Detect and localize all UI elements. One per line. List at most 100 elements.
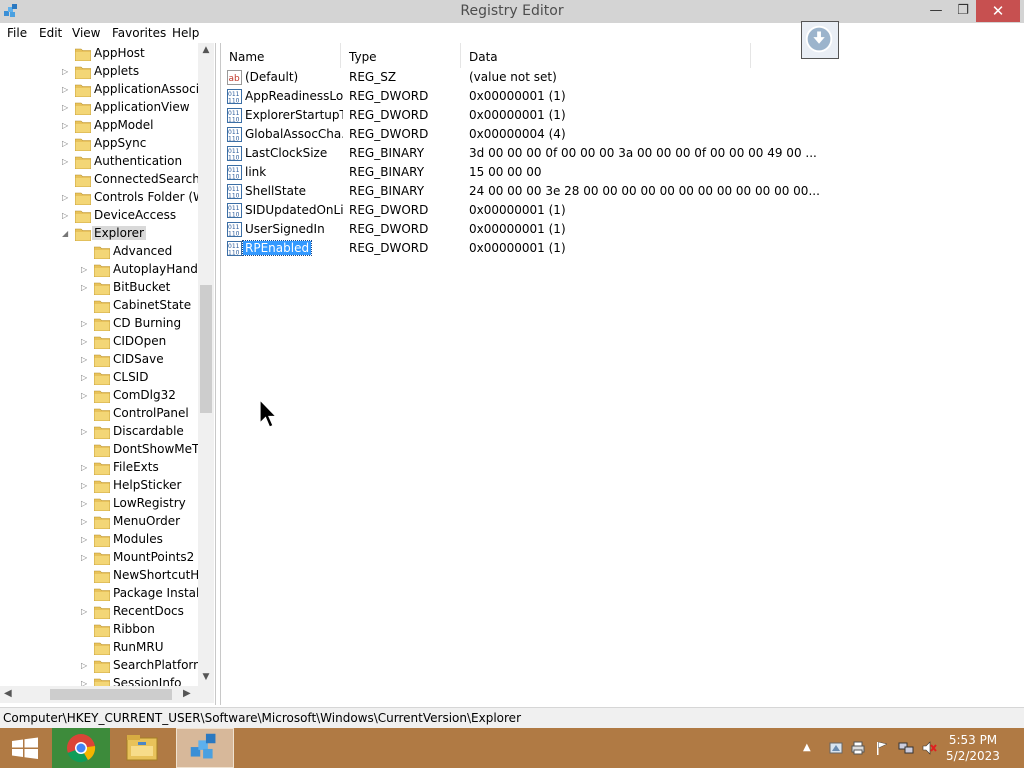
action-center-flag-icon[interactable] — [874, 740, 890, 756]
file-explorer-taskbar-button[interactable] — [112, 728, 172, 768]
svg-text:ab: ab — [229, 74, 241, 84]
expand-toggle-icon[interactable]: ▷ — [81, 553, 89, 563]
tree-item-label: ConnectedSearch — [94, 172, 200, 186]
expand-toggle-icon[interactable]: ▷ — [81, 265, 89, 275]
menu-view[interactable]: View — [72, 26, 100, 40]
expand-toggle-icon[interactable]: ▷ — [62, 67, 70, 77]
menu-help[interactable]: Help — [172, 26, 199, 40]
scrollbar-thumb[interactable] — [50, 689, 172, 700]
expand-toggle-icon[interactable]: ▷ — [62, 157, 70, 167]
expand-toggle-icon[interactable] — [81, 301, 89, 311]
expand-toggle-icon[interactable]: ▷ — [62, 193, 70, 203]
expand-toggle-icon[interactable]: ▷ — [81, 661, 89, 671]
binary-value-icon: 011 110 — [227, 165, 242, 181]
binary-value-icon: 011 110 — [227, 222, 242, 238]
chrome-taskbar-button[interactable] — [52, 728, 110, 768]
registry-editor-taskbar-button[interactable] — [176, 728, 234, 768]
column-header-type[interactable]: Type — [341, 43, 461, 68]
scroll-left-arrow-icon[interactable]: ◀ — [4, 688, 12, 699]
binary-value-icon: 011 110 — [227, 146, 242, 162]
expand-toggle-icon[interactable]: ▷ — [81, 499, 89, 509]
minimize-button[interactable]: — — [922, 0, 950, 22]
expand-toggle-icon[interactable] — [81, 571, 89, 581]
binary-value-icon: 011 110 — [227, 108, 242, 124]
tree-horizontal-scrollbar[interactable]: ◀ ▶ — [0, 686, 214, 703]
expand-toggle-icon[interactable] — [81, 409, 89, 419]
folder-icon — [93, 389, 111, 404]
expand-toggle-icon[interactable]: ▷ — [81, 517, 89, 527]
tray-app-icon[interactable] — [828, 740, 844, 756]
menu-edit[interactable]: Edit — [39, 26, 62, 40]
menu-favorites[interactable]: Favorites — [112, 26, 166, 40]
expand-toggle-icon[interactable]: ▷ — [81, 607, 89, 617]
menu-file[interactable]: File — [7, 26, 27, 40]
volume-muted-icon[interactable] — [921, 740, 937, 756]
download-icon[interactable] — [801, 21, 839, 59]
expand-toggle-icon[interactable] — [81, 625, 89, 635]
expand-toggle-icon[interactable]: ▷ — [81, 283, 89, 293]
folder-icon — [74, 65, 92, 80]
expand-toggle-icon[interactable]: ▷ — [62, 103, 70, 113]
expand-toggle-icon[interactable] — [81, 643, 89, 653]
tree-item-label: LowRegistry — [113, 496, 186, 510]
value-type: REG_DWORD — [349, 89, 429, 103]
value-row[interactable]: 011 110 LastClockSize REG_BINARY 3d 00 00 00… — [221, 144, 817, 163]
scrollbar-thumb[interactable] — [200, 285, 212, 413]
network-icon[interactable] — [898, 740, 914, 756]
tree-vertical-scrollbar[interactable]: ▲ ▼ — [198, 43, 214, 686]
expand-toggle-icon[interactable] — [81, 247, 89, 257]
restore-button[interactable]: ❐ — [950, 0, 976, 22]
registry-values-list[interactable]: Name Type Data ab (Default) REG_SZ (value n… — [220, 43, 1024, 705]
scroll-up-arrow-icon[interactable]: ▲ — [198, 45, 214, 57]
value-data: 0x00000001 (1) — [469, 241, 566, 255]
printer-icon[interactable] — [850, 740, 866, 756]
value-type: REG_DWORD — [349, 203, 429, 217]
value-row[interactable]: 011 110 link REG_BINARY 15 00 00 00 — [221, 163, 781, 182]
column-header-data[interactable]: Data — [461, 43, 751, 68]
value-name: UserSignedIn — [245, 222, 325, 236]
close-button[interactable]: ✕ — [976, 0, 1020, 22]
show-hidden-icons-icon[interactable]: ▲ — [803, 742, 819, 758]
expand-toggle-icon[interactable]: ▷ — [81, 427, 89, 437]
expand-toggle-icon[interactable]: ▷ — [81, 355, 89, 365]
folder-icon — [93, 281, 111, 296]
scroll-down-arrow-icon[interactable]: ▼ — [198, 672, 214, 684]
folder-icon — [93, 605, 111, 620]
clock-time[interactable]: 5:53 PM — [940, 733, 1006, 747]
expand-toggle-icon[interactable]: ▷ — [81, 373, 89, 383]
svg-text:110: 110 — [228, 155, 240, 162]
expand-toggle-icon[interactable]: ▷ — [62, 139, 70, 149]
expand-toggle-icon[interactable]: ▷ — [81, 391, 89, 401]
value-row[interactable]: 011 110 RPEnabled REG_DWORD 0x00000001 (1) — [221, 239, 781, 258]
value-row[interactable]: 011110SIDUpdatedOnLi... REG_DWORD 0x000000… — [221, 201, 781, 220]
clock-date[interactable]: 5/2/2023 — [940, 749, 1006, 763]
start-button[interactable] — [0, 728, 50, 768]
folder-icon — [93, 263, 111, 278]
scroll-right-arrow-icon[interactable]: ▶ — [183, 688, 191, 699]
expand-toggle-icon[interactable]: ▷ — [81, 481, 89, 491]
tree-item-label: ApplicationView — [94, 100, 190, 114]
expand-toggle-icon[interactable] — [62, 49, 70, 59]
expand-toggle-icon[interactable]: ▷ — [62, 211, 70, 221]
value-name: RPEnabled — [241, 240, 313, 256]
value-row[interactable]: ab (Default) REG_SZ (value not set) — [221, 68, 781, 87]
expand-toggle-icon[interactable]: ◢ — [62, 229, 70, 239]
expand-toggle-icon[interactable] — [81, 445, 89, 455]
registry-key-tree[interactable]: AppHost ▷ Applets ▷ ApplicationAssocia ▷ Appli… — [0, 43, 216, 705]
value-type: REG_DWORD — [349, 222, 429, 236]
expand-toggle-icon[interactable]: ▷ — [81, 337, 89, 347]
value-row[interactable]: 011 110 ShellState REG_BINARY 24 00 00 00 3e… — [221, 182, 820, 201]
expand-toggle-icon[interactable] — [62, 175, 70, 185]
value-row[interactable]: 011110ExplorerStartupT... REG_DWORD 0x0000… — [221, 106, 781, 125]
value-row[interactable]: 011110AppReadinessLo... REG_DWORD 0x000000… — [221, 87, 781, 106]
column-header-name[interactable]: Name — [221, 43, 341, 68]
folder-icon — [93, 299, 111, 314]
expand-toggle-icon[interactable]: ▷ — [62, 121, 70, 131]
expand-toggle-icon[interactable]: ▷ — [81, 463, 89, 473]
value-row[interactable]: 011 110 UserSignedIn REG_DWORD 0x00000001 (1… — [221, 220, 781, 239]
expand-toggle-icon[interactable]: ▷ — [81, 319, 89, 329]
expand-toggle-icon[interactable]: ▷ — [81, 535, 89, 545]
value-row[interactable]: 011 110 GlobalAssocCha... REG_DWORD 0x000000… — [221, 125, 781, 144]
expand-toggle-icon[interactable] — [81, 589, 89, 599]
expand-toggle-icon[interactable]: ▷ — [62, 85, 70, 95]
